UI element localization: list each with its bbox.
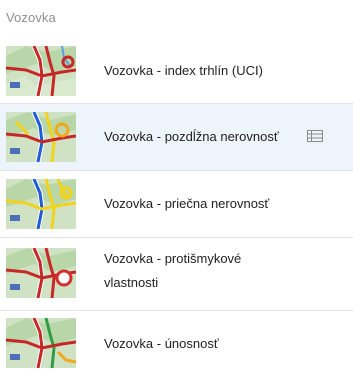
layer-panel: Vozovka Vozovka - index trhlín (UCI) Voz… bbox=[0, 0, 353, 392]
layer-item-longitudinal-roughness[interactable]: Vozovka - pozdĺžna nerovnosť bbox=[0, 104, 353, 171]
layer-item-bearing-capacity[interactable]: Vozovka - únosnosť bbox=[0, 311, 353, 373]
map-thumbnail bbox=[6, 179, 76, 229]
layer-item-crack-index[interactable]: Vozovka - index trhlín (UCI) bbox=[0, 38, 353, 104]
list-icon[interactable] bbox=[307, 130, 323, 142]
layer-label: Vozovka - priečna nerovnosť bbox=[104, 196, 270, 211]
layer-list: Vozovka - index trhlín (UCI) Vozovka - p… bbox=[0, 38, 353, 373]
layer-item-transverse-roughness[interactable]: Vozovka - priečna nerovnosť bbox=[0, 171, 353, 238]
layer-label: Vozovka - index trhlín (UCI) bbox=[104, 63, 263, 78]
map-thumbnail bbox=[6, 318, 76, 368]
map-thumbnail bbox=[6, 46, 76, 96]
layer-item-skid-resistance[interactable]: Vozovka - protišmykové vlastnosti bbox=[0, 238, 353, 311]
section-title: Vozovka bbox=[6, 10, 56, 25]
layer-label: Vozovka - protišmykové vlastnosti bbox=[104, 251, 242, 290]
map-thumbnail bbox=[6, 248, 76, 298]
map-thumbnail bbox=[6, 112, 76, 162]
layer-label: Vozovka - pozdĺžna nerovnosť bbox=[104, 129, 279, 144]
layer-label: Vozovka - únosnosť bbox=[104, 336, 219, 351]
